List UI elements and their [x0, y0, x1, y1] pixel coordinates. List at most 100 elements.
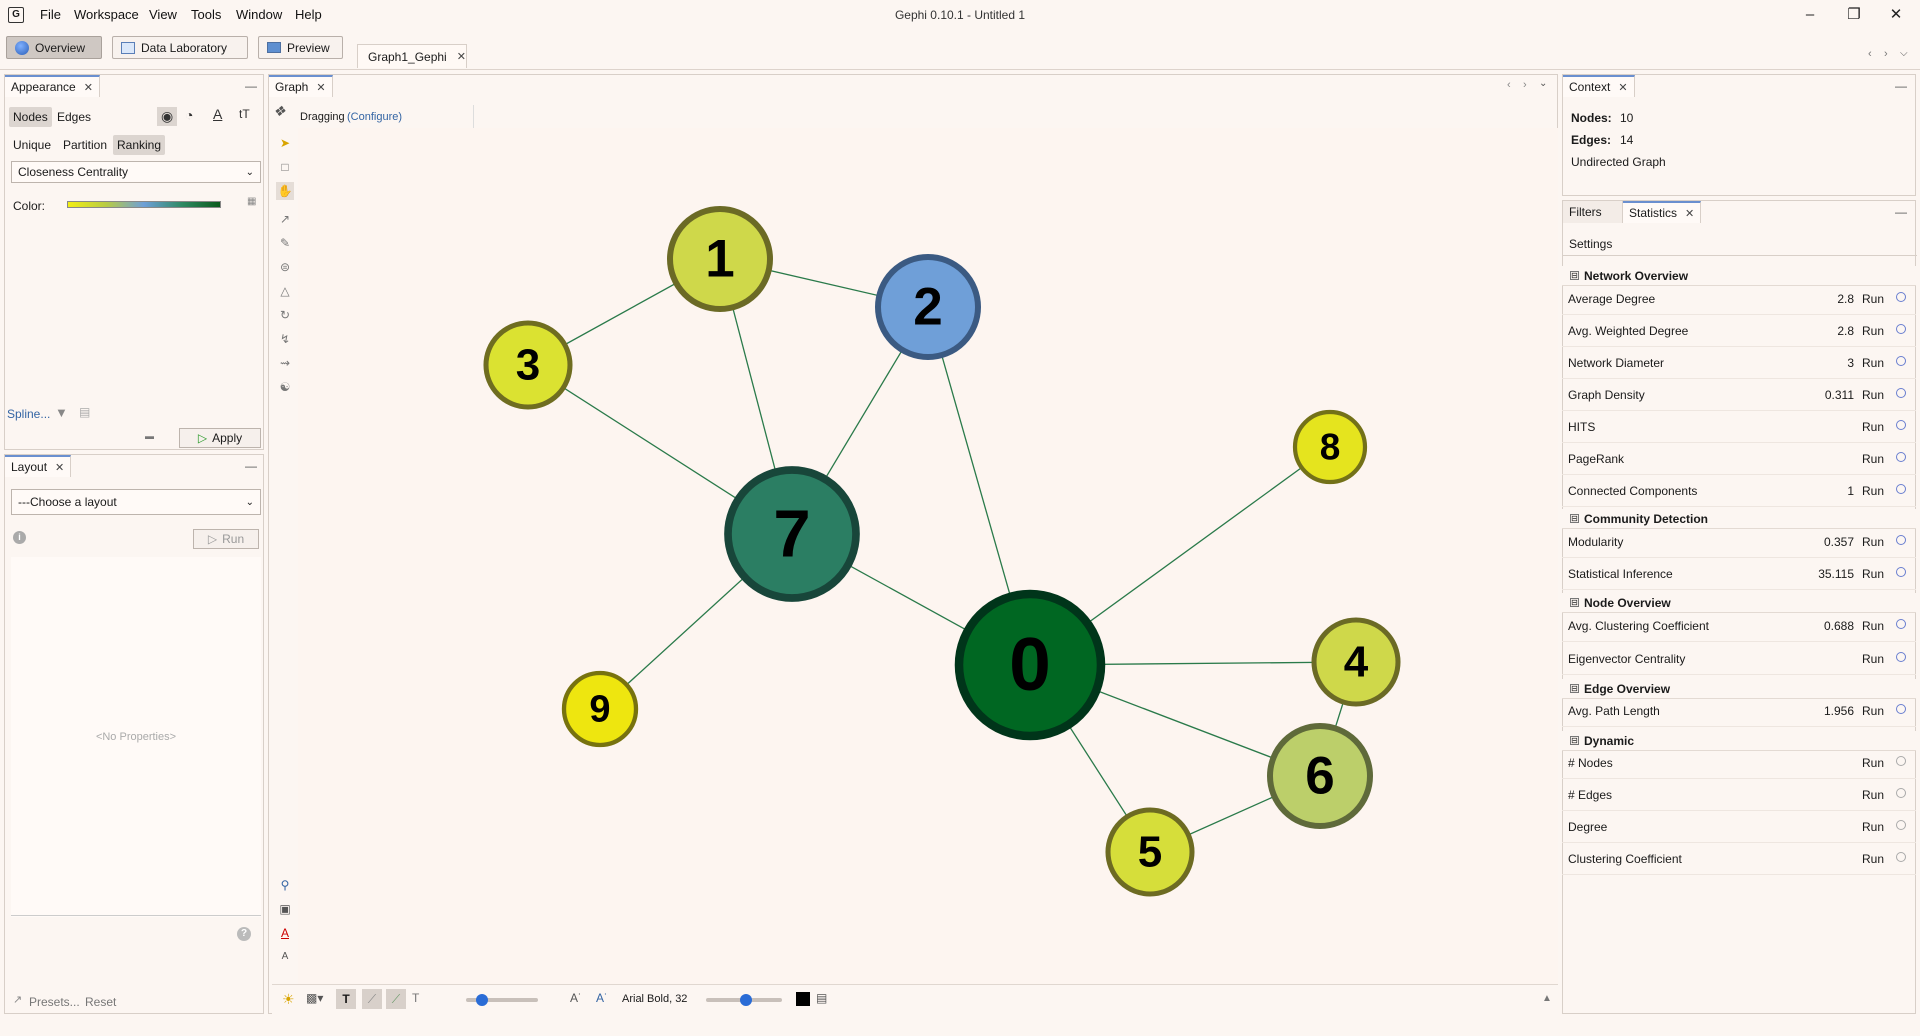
stat-run-button[interactable]: Run: [1862, 704, 1884, 718]
pointer-tool-icon[interactable]: ➤: [276, 134, 294, 152]
graph-node-2[interactable]: 2: [875, 254, 981, 360]
chevron-down-icon[interactable]: ⌵: [1900, 48, 1908, 59]
stat-help-icon[interactable]: [1896, 704, 1906, 714]
menu-help[interactable]: Help: [295, 7, 322, 22]
edge-display-icon[interactable]: ⟋: [362, 989, 382, 1009]
presets-button[interactable]: Presets...: [29, 995, 80, 1009]
stat-help-icon[interactable]: [1896, 756, 1906, 766]
ranking-attribute-select[interactable]: Closeness Centrality ⌄: [11, 161, 261, 183]
stat-run-button[interactable]: Run: [1862, 567, 1884, 581]
label-size-mode-icon[interactable]: T: [412, 991, 419, 1005]
stat-run-button[interactable]: Run: [1862, 852, 1884, 866]
brush-icon[interactable]: △: [276, 282, 294, 300]
stat-help-icon[interactable]: [1896, 484, 1906, 494]
spline-link[interactable]: Spline...: [7, 407, 50, 421]
close-icon[interactable]: ✕: [1618, 81, 1627, 94]
stat-run-button[interactable]: Run: [1862, 756, 1884, 770]
stat-help-icon[interactable]: [1896, 619, 1906, 629]
graph-node-0[interactable]: 0: [954, 589, 1106, 741]
chevron-right-icon[interactable]: ›: [1884, 48, 1888, 60]
edge-scale-knob[interactable]: [476, 994, 488, 1006]
filters-tab[interactable]: Filters: [1563, 201, 1623, 223]
stat-run-button[interactable]: Run: [1862, 820, 1884, 834]
minimize-window-icon[interactable]: –: [1790, 4, 1830, 26]
stat-run-button[interactable]: Run: [1862, 452, 1884, 466]
stat-help-icon[interactable]: [1896, 652, 1906, 662]
drag-handle-icon[interactable]: ▬: [145, 431, 154, 441]
menu-tools[interactable]: Tools: [191, 7, 221, 22]
screenshot-icon[interactable]: ▩▾: [306, 991, 323, 1005]
label-size-icon[interactable]: tT: [239, 107, 250, 121]
edge-pencil-icon[interactable]: ⊜: [276, 258, 294, 276]
chevron-right-icon[interactable]: ›: [1523, 79, 1527, 91]
appearance-tab[interactable]: Appearance ✕: [5, 75, 100, 97]
stat-help-icon[interactable]: [1896, 820, 1906, 830]
layout-tab[interactable]: Layout ✕: [5, 455, 72, 477]
nodes-tab[interactable]: Nodes: [9, 107, 52, 127]
graph-tab[interactable]: Graph ✕: [269, 75, 333, 97]
preview-button[interactable]: Preview: [258, 36, 343, 59]
settings-button[interactable]: Settings: [1569, 237, 1612, 251]
edge-color-icon[interactable]: ⟋: [386, 989, 406, 1009]
font-label[interactable]: Arial Bold, 32: [622, 993, 687, 1005]
reset-button[interactable]: Reset: [85, 995, 116, 1009]
graph-node-6[interactable]: 6: [1267, 723, 1373, 829]
layout-run-button[interactable]: ▷ Run: [193, 529, 259, 549]
drag-hand-icon[interactable]: ✋: [276, 182, 294, 200]
stat-help-icon[interactable]: [1896, 852, 1906, 862]
minimize-icon[interactable]: —: [1895, 79, 1907, 93]
close-icon[interactable]: ✕: [316, 81, 325, 94]
font-color-icon[interactable]: A: [276, 924, 294, 942]
unique-tab[interactable]: Unique: [9, 135, 55, 155]
zoom-icon[interactable]: ⚲: [276, 876, 294, 894]
partition-tab[interactable]: Partition: [59, 135, 111, 155]
copy-icon[interactable]: ▤: [79, 405, 90, 419]
layout-select[interactable]: ---Choose a layout ⌄: [11, 489, 261, 515]
stat-run-button[interactable]: Run: [1862, 356, 1884, 370]
stat-help-icon[interactable]: [1896, 292, 1906, 302]
ranking-tab[interactable]: Ranking: [113, 135, 166, 155]
graph-canvas[interactable]: 0 1 2 3 4 5 6 7 8 9: [298, 128, 1558, 984]
rectangle-select-icon[interactable]: □: [276, 158, 294, 176]
graph-node-1[interactable]: 1: [667, 206, 773, 312]
statistics-tab[interactable]: Statistics ✕: [1623, 201, 1702, 223]
overview-button[interactable]: Overview: [6, 36, 102, 59]
stat-help-icon[interactable]: [1896, 356, 1906, 366]
label-settings-icon[interactable]: ▤: [816, 991, 827, 1005]
stat-help-icon[interactable]: [1896, 324, 1906, 334]
palette-icon[interactable]: ◉: [157, 107, 178, 126]
menu-window[interactable]: Window: [236, 7, 282, 22]
rotate-icon[interactable]: ↻: [276, 306, 294, 324]
close-window-icon[interactable]: ✕: [1876, 4, 1916, 26]
data-laboratory-button[interactable]: Data Laboratory: [112, 36, 248, 59]
stat-help-icon[interactable]: [1896, 535, 1906, 545]
lightbulb-icon[interactable]: ☀: [282, 991, 295, 1008]
font-scale-knob[interactable]: [740, 994, 752, 1006]
neighbors-icon[interactable]: ⇝: [276, 354, 294, 372]
stat-run-button[interactable]: Run: [1862, 788, 1884, 802]
stat-run-button[interactable]: Run: [1862, 535, 1884, 549]
edges-tab[interactable]: Edges: [53, 107, 95, 127]
stat-help-icon[interactable]: [1896, 567, 1906, 577]
network-graph[interactable]: 0 1 2 3 4 5 6 7 8 9: [298, 128, 1558, 984]
minimize-icon[interactable]: —: [1895, 205, 1907, 219]
stat-help-icon[interactable]: [1896, 388, 1906, 398]
minimize-icon[interactable]: —: [245, 79, 257, 93]
size-icon[interactable]: ◔: [185, 107, 193, 123]
font-size-icon[interactable]: A: [276, 948, 294, 966]
stat-help-icon[interactable]: [1896, 452, 1906, 462]
collapse-icon[interactable]: ⊟: [1570, 684, 1579, 693]
help-icon[interactable]: ?: [237, 927, 251, 941]
filter-icon[interactable]: ▼: [55, 405, 68, 420]
lock-icon[interactable]: ▲: [1542, 993, 1552, 1004]
background-color-icon[interactable]: ▣: [276, 900, 294, 918]
palette-menu-icon[interactable]: ▦: [247, 196, 256, 207]
close-icon[interactable]: ✕: [1685, 207, 1694, 220]
graph-node-5[interactable]: 5: [1105, 807, 1195, 897]
color-gradient-bar[interactable]: [67, 201, 221, 208]
graph-node-9[interactable]: 9: [561, 670, 639, 748]
label-color-swatch[interactable]: [796, 992, 810, 1006]
font-increase-icon[interactable]: A˙: [596, 991, 608, 1005]
chevron-left-icon[interactable]: ‹: [1868, 48, 1872, 60]
shortest-path-icon[interactable]: ↯: [276, 330, 294, 348]
